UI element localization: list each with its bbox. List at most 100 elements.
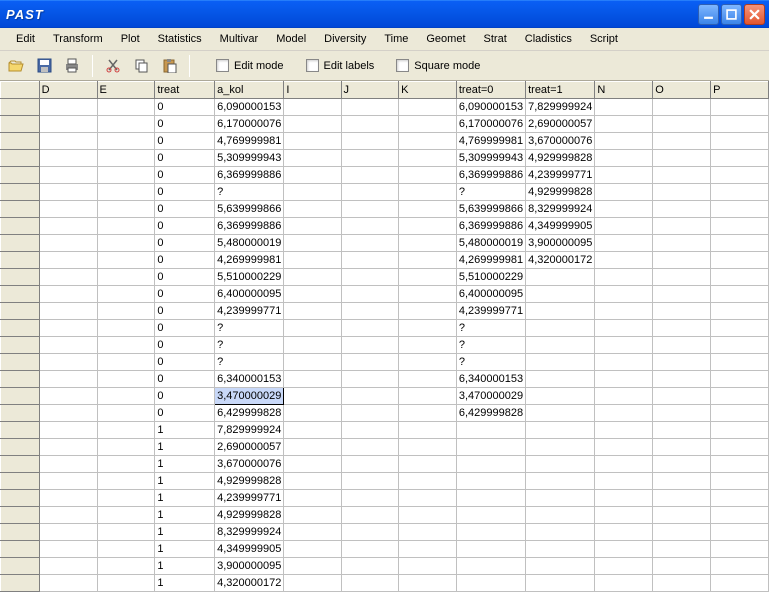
- cell[interactable]: [97, 337, 155, 354]
- cell[interactable]: [526, 371, 595, 388]
- cell[interactable]: [341, 167, 399, 184]
- column-header[interactable]: treat: [155, 82, 215, 99]
- cell[interactable]: 4,929999828: [215, 473, 284, 490]
- cell[interactable]: [595, 337, 653, 354]
- cell[interactable]: [341, 303, 399, 320]
- cell[interactable]: [711, 456, 769, 473]
- cell[interactable]: [653, 524, 711, 541]
- cell[interactable]: [97, 320, 155, 337]
- cell[interactable]: [341, 269, 399, 286]
- cell[interactable]: [456, 490, 525, 507]
- column-header[interactable]: I: [284, 82, 341, 99]
- row-header[interactable]: [1, 354, 40, 371]
- cell[interactable]: [711, 150, 769, 167]
- cell[interactable]: [39, 150, 97, 167]
- cell[interactable]: [456, 473, 525, 490]
- cell[interactable]: 6,340000153: [215, 371, 284, 388]
- cell[interactable]: [526, 473, 595, 490]
- cell[interactable]: [39, 235, 97, 252]
- cell[interactable]: 7,829999924: [526, 99, 595, 116]
- cell[interactable]: [653, 405, 711, 422]
- menu-edit[interactable]: Edit: [8, 31, 43, 47]
- cell[interactable]: [399, 558, 457, 575]
- cell[interactable]: [653, 439, 711, 456]
- cell[interactable]: ?: [215, 337, 284, 354]
- column-header[interactable]: D: [39, 82, 97, 99]
- cell[interactable]: 8,329999924: [526, 201, 595, 218]
- cell[interactable]: 1: [155, 422, 215, 439]
- cell[interactable]: [399, 116, 457, 133]
- cell[interactable]: 5,480000019: [456, 235, 525, 252]
- cell[interactable]: [341, 201, 399, 218]
- cell[interactable]: [711, 303, 769, 320]
- cell[interactable]: [341, 456, 399, 473]
- cell[interactable]: [341, 252, 399, 269]
- cell[interactable]: [284, 422, 341, 439]
- cell[interactable]: [39, 201, 97, 218]
- cell[interactable]: [653, 371, 711, 388]
- cell[interactable]: [711, 286, 769, 303]
- cell[interactable]: [711, 558, 769, 575]
- cell[interactable]: [526, 439, 595, 456]
- cell[interactable]: [341, 337, 399, 354]
- cell[interactable]: [526, 337, 595, 354]
- menu-plot[interactable]: Plot: [113, 31, 148, 47]
- cell[interactable]: [595, 235, 653, 252]
- cell[interactable]: [711, 99, 769, 116]
- cell[interactable]: 0: [155, 184, 215, 201]
- cell[interactable]: [526, 388, 595, 405]
- cell[interactable]: 5,510000229: [215, 269, 284, 286]
- cell[interactable]: [284, 167, 341, 184]
- cell[interactable]: [284, 337, 341, 354]
- cell[interactable]: 0: [155, 371, 215, 388]
- row-header[interactable]: [1, 235, 40, 252]
- cell[interactable]: [39, 337, 97, 354]
- cell[interactable]: [653, 558, 711, 575]
- cell[interactable]: [284, 303, 341, 320]
- cell[interactable]: [284, 439, 341, 456]
- row-header[interactable]: [1, 524, 40, 541]
- cell[interactable]: [399, 269, 457, 286]
- cell[interactable]: [97, 286, 155, 303]
- cell[interactable]: [711, 235, 769, 252]
- cell[interactable]: [399, 371, 457, 388]
- cell[interactable]: 0: [155, 303, 215, 320]
- cell[interactable]: [97, 371, 155, 388]
- cell[interactable]: [595, 354, 653, 371]
- cell[interactable]: [595, 388, 653, 405]
- cell[interactable]: [97, 354, 155, 371]
- row-header[interactable]: [1, 405, 40, 422]
- cell[interactable]: 0: [155, 388, 215, 405]
- menu-diversity[interactable]: Diversity: [316, 31, 374, 47]
- cell[interactable]: [39, 269, 97, 286]
- cell[interactable]: [97, 201, 155, 218]
- cell[interactable]: [595, 133, 653, 150]
- cell[interactable]: ?: [456, 337, 525, 354]
- cell[interactable]: 6,369999886: [215, 167, 284, 184]
- menu-cladistics[interactable]: Cladistics: [517, 31, 580, 47]
- cell[interactable]: [39, 184, 97, 201]
- cell[interactable]: [595, 439, 653, 456]
- cell[interactable]: [711, 201, 769, 218]
- cell[interactable]: [711, 269, 769, 286]
- cell[interactable]: [456, 524, 525, 541]
- cell[interactable]: [284, 269, 341, 286]
- cell[interactable]: [399, 507, 457, 524]
- cell[interactable]: [39, 371, 97, 388]
- row-header[interactable]: [1, 473, 40, 490]
- cell[interactable]: [595, 150, 653, 167]
- row-header[interactable]: [1, 456, 40, 473]
- cell[interactable]: [456, 439, 525, 456]
- cell[interactable]: [653, 99, 711, 116]
- cell[interactable]: [595, 507, 653, 524]
- cell[interactable]: 5,480000019: [215, 235, 284, 252]
- cell[interactable]: [341, 286, 399, 303]
- cell[interactable]: ?: [215, 320, 284, 337]
- cell[interactable]: [399, 133, 457, 150]
- cell[interactable]: [711, 405, 769, 422]
- row-header[interactable]: [1, 167, 40, 184]
- edit-mode-toggle[interactable]: Edit mode: [216, 59, 284, 72]
- cell[interactable]: [653, 235, 711, 252]
- cell[interactable]: [341, 507, 399, 524]
- cell[interactable]: [341, 558, 399, 575]
